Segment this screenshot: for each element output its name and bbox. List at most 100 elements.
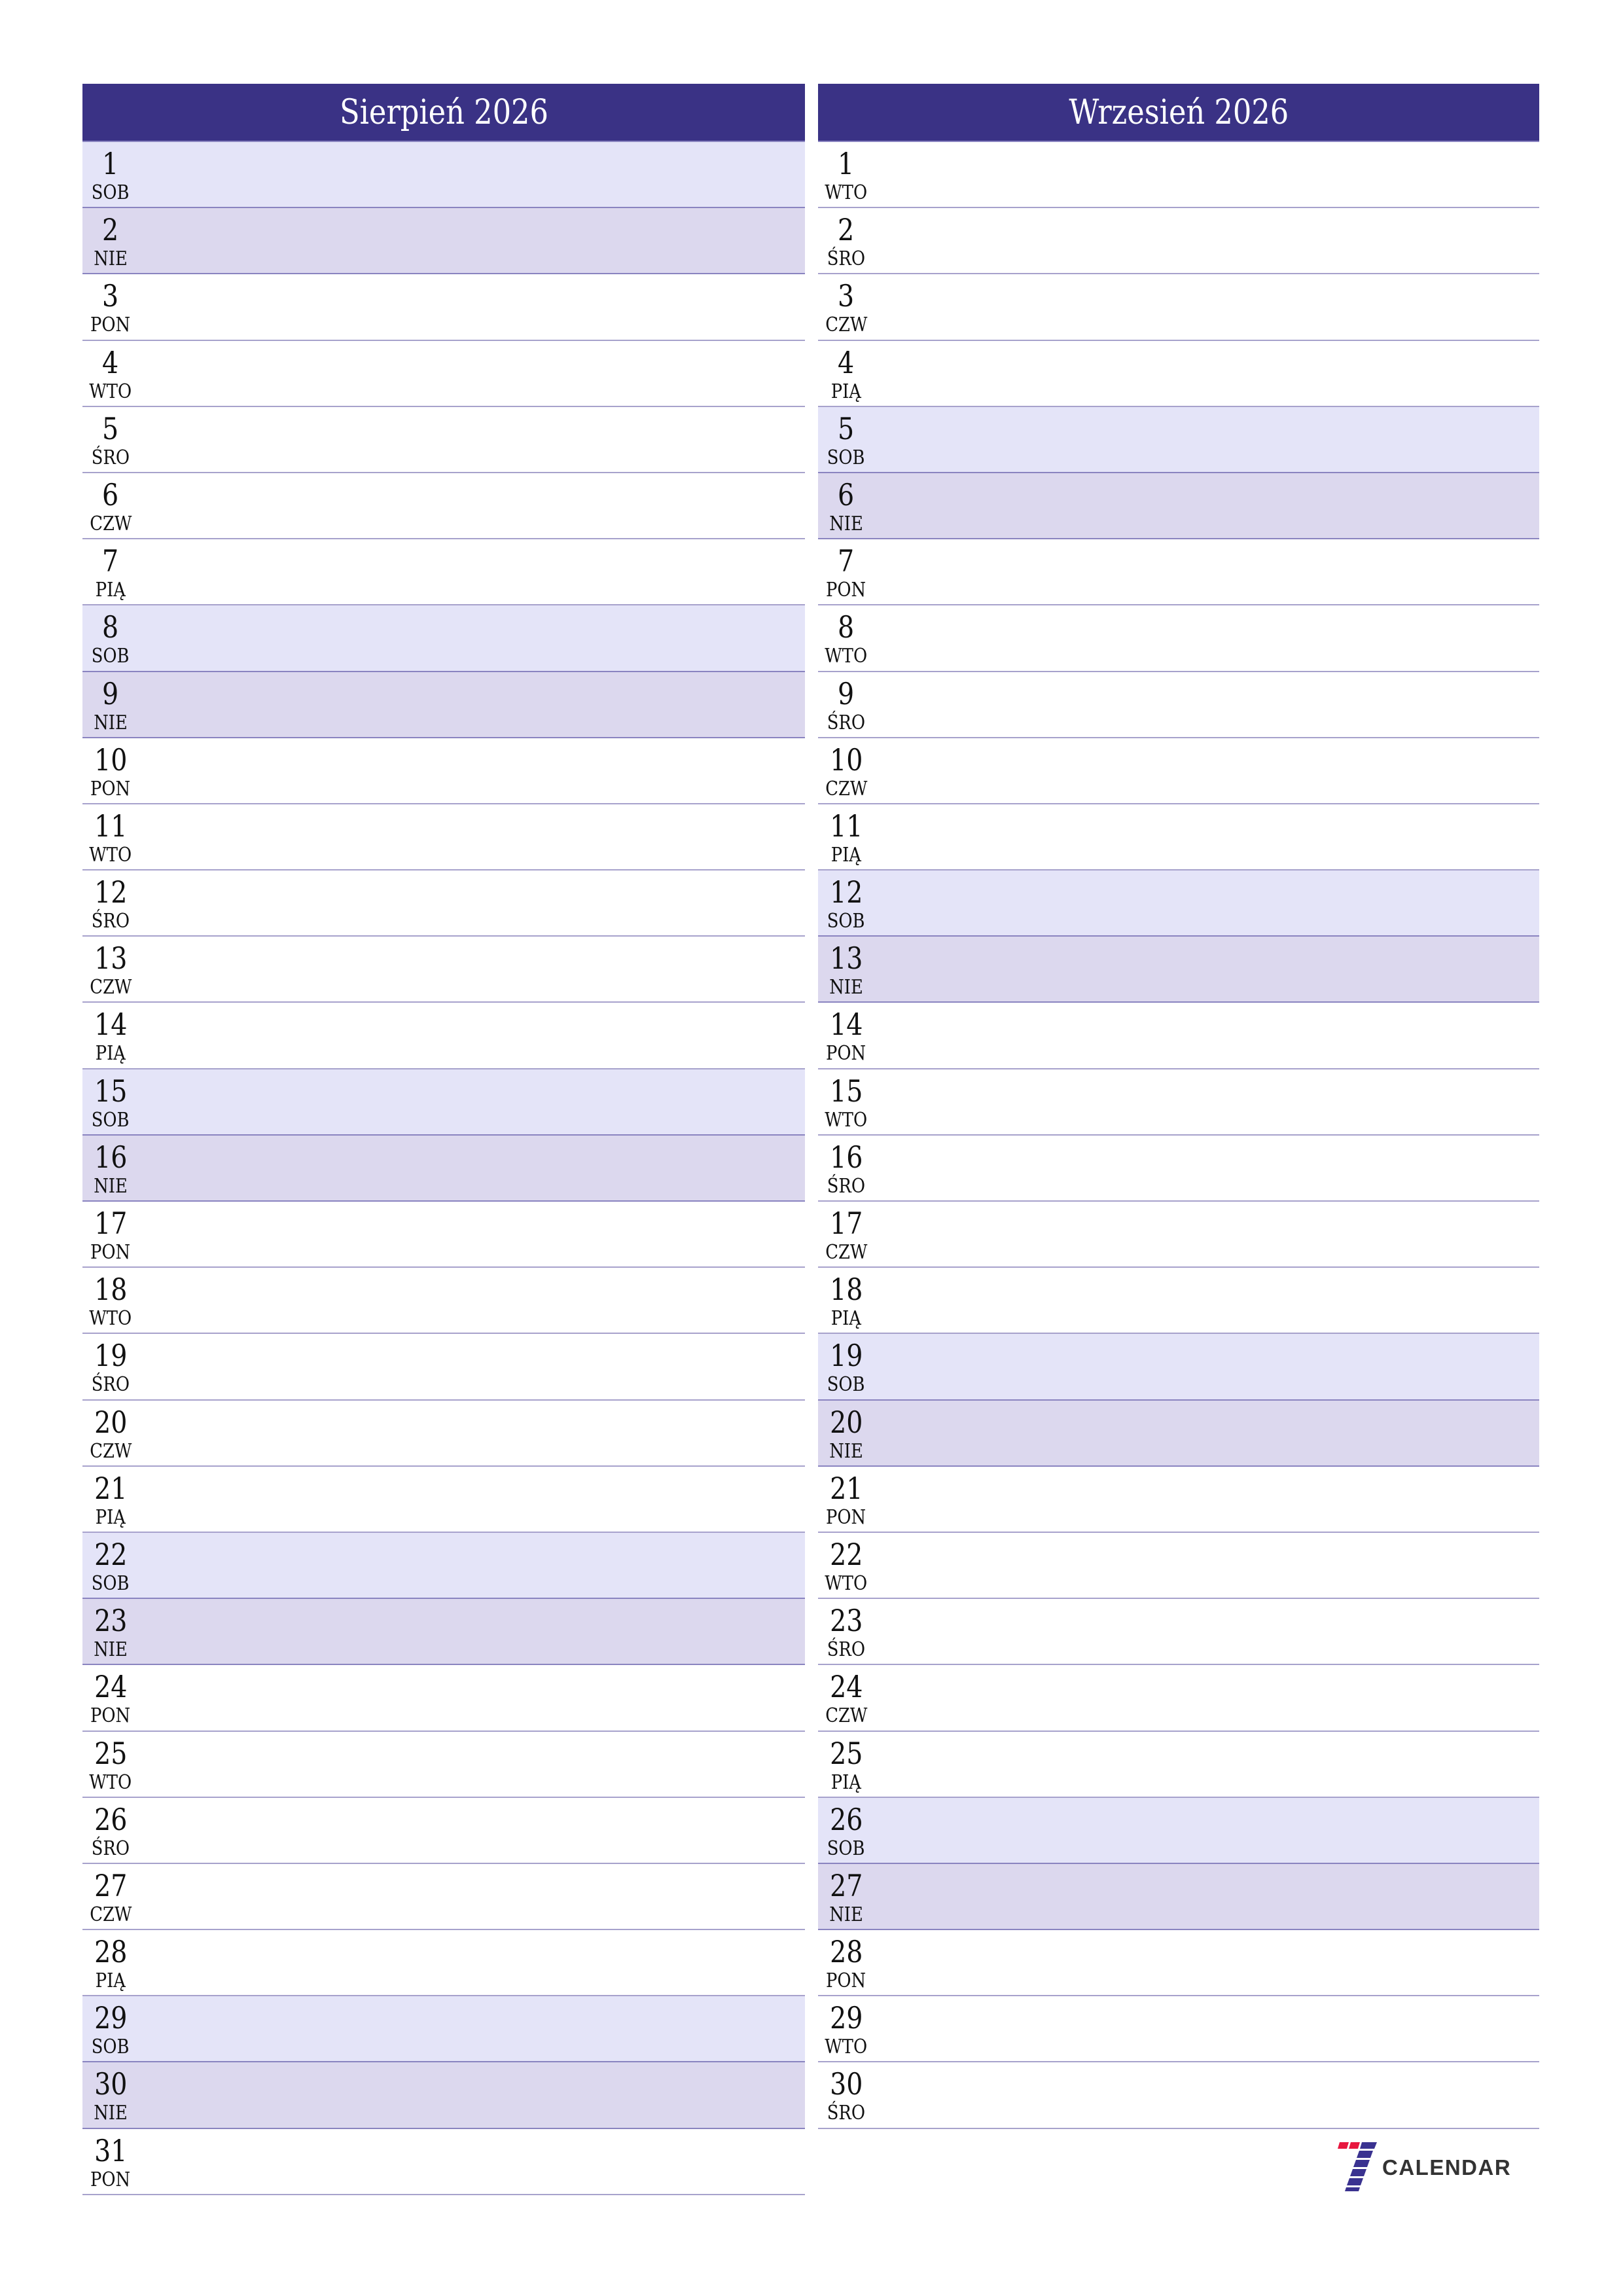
day-row[interactable]: 8 WTO — [818, 605, 1539, 672]
day-cell: 12 ŚRO — [82, 870, 139, 935]
day-name-text: SOB — [92, 2036, 130, 2059]
day-row[interactable]: 1 SOB — [82, 142, 805, 209]
day-row[interactable]: 28 PON — [818, 1930, 1539, 1997]
day-row[interactable]: 29 WTO — [818, 1996, 1539, 2063]
day-row[interactable]: 18 WTO — [82, 1268, 805, 1335]
day-row[interactable]: 12 SOB — [818, 870, 1539, 937]
day-row[interactable]: 16 ŚRO — [818, 1135, 1539, 1202]
day-row[interactable]: 16 NIE — [82, 1135, 805, 1202]
day-row[interactable]: 28 PIĄ — [82, 1930, 805, 1997]
day-name: PIĄ — [82, 1507, 139, 1528]
day-number-text: 11 — [94, 808, 128, 844]
day-number: 25 — [82, 1737, 139, 1770]
day-name-text: NIE — [829, 512, 863, 535]
day-row[interactable]: 13 CZW — [82, 937, 805, 1003]
day-name: PON — [82, 1242, 139, 1263]
day-row[interactable]: 21 PIĄ — [82, 1466, 805, 1533]
day-number: 9 — [818, 677, 874, 710]
day-cell: 15 SOB — [82, 1069, 139, 1134]
day-number: 7 — [818, 545, 874, 577]
day-row[interactable]: 11 WTO — [82, 804, 805, 871]
day-name-text: PON — [826, 579, 866, 602]
day-number: 22 — [818, 1538, 874, 1571]
month-september: Wrzesień 2026 1 WTO 2 ŚRO 3 CZW 4 PIĄ 5 SOB 6 NIE 7 P… — [818, 84, 1539, 2129]
day-row[interactable]: 15 SOB — [82, 1069, 805, 1136]
day-row[interactable]: 17 CZW — [818, 1202, 1539, 1268]
day-row[interactable]: 9 ŚRO — [818, 672, 1539, 738]
day-row[interactable]: 19 ŚRO — [82, 1334, 805, 1401]
day-row[interactable]: 17 PON — [82, 1202, 805, 1268]
day-cell: 1 WTO — [818, 142, 874, 207]
day-row[interactable]: 23 NIE — [82, 1599, 805, 1666]
day-row[interactable]: 23 ŚRO — [818, 1599, 1539, 1666]
day-row[interactable]: 6 NIE — [818, 473, 1539, 540]
day-number-text: 29 — [829, 2000, 863, 2036]
day-cell: 8 WTO — [818, 605, 874, 670]
day-cell: 20 CZW — [82, 1401, 139, 1465]
day-number: 14 — [82, 1008, 139, 1041]
day-row[interactable]: 30 ŚRO — [818, 2062, 1539, 2129]
day-row[interactable]: 21 PON — [818, 1466, 1539, 1533]
day-cell: 16 ŚRO — [818, 1136, 874, 1200]
day-row[interactable]: 6 CZW — [82, 473, 805, 540]
day-row[interactable]: 22 WTO — [818, 1532, 1539, 1600]
logo-red-segments — [1338, 2142, 1360, 2149]
day-row[interactable]: 8 SOB — [82, 605, 805, 672]
day-number-text: 1 — [838, 146, 855, 181]
day-row[interactable]: 18 PIĄ — [818, 1268, 1539, 1335]
day-row[interactable]: 31 PON — [82, 2128, 805, 2195]
day-row[interactable]: 1 WTO — [818, 142, 1539, 209]
day-row[interactable]: 15 WTO — [818, 1069, 1539, 1136]
day-row[interactable]: 25 WTO — [82, 1731, 805, 1798]
day-row[interactable]: 7 PON — [818, 539, 1539, 606]
day-name: SOB — [82, 1573, 139, 1594]
day-row[interactable]: 9 NIE — [82, 672, 805, 738]
day-number-text: 21 — [94, 1470, 128, 1506]
day-name-text: PON — [90, 777, 131, 800]
day-name: PON — [82, 777, 139, 800]
day-name-text: ŚRO — [91, 446, 130, 469]
day-row[interactable]: 2 ŚRO — [818, 208, 1539, 275]
month-title: Sierpień 2026 — [339, 92, 548, 132]
day-row[interactable]: 24 CZW — [818, 1665, 1539, 1732]
day-row[interactable]: 24 PON — [82, 1665, 805, 1732]
day-row[interactable]: 20 NIE — [818, 1400, 1539, 1467]
day-number-text: 27 — [94, 1867, 128, 1903]
day-row[interactable]: 10 CZW — [818, 738, 1539, 804]
day-row[interactable]: 26 SOB — [818, 1797, 1539, 1864]
day-cell: 18 WTO — [82, 1268, 139, 1333]
day-row[interactable]: 4 PIĄ — [818, 340, 1539, 407]
day-row[interactable]: 20 CZW — [82, 1400, 805, 1467]
day-number: 22 — [82, 1538, 139, 1571]
day-name-text: NIE — [94, 247, 128, 271]
day-row[interactable]: 3 PON — [82, 274, 805, 341]
day-cell: 28 PIĄ — [82, 1930, 139, 1995]
day-row[interactable]: 26 ŚRO — [82, 1797, 805, 1864]
day-name-text: NIE — [94, 1174, 128, 1198]
day-row[interactable]: 22 SOB — [82, 1532, 805, 1600]
day-row[interactable]: 14 PIĄ — [82, 1003, 805, 1069]
day-row[interactable]: 27 NIE — [818, 1863, 1539, 1931]
day-row[interactable]: 5 ŚRO — [82, 406, 805, 473]
day-row[interactable]: 12 ŚRO — [82, 870, 805, 937]
day-row[interactable]: 27 CZW — [82, 1863, 805, 1931]
day-row[interactable]: 30 NIE — [82, 2062, 805, 2129]
day-row[interactable]: 19 SOB — [818, 1334, 1539, 1401]
day-row[interactable]: 13 NIE — [818, 937, 1539, 1003]
day-row[interactable]: 25 PIĄ — [818, 1731, 1539, 1798]
day-name-text: PIĄ — [95, 1969, 126, 1993]
day-row[interactable]: 3 CZW — [818, 274, 1539, 341]
day-name: ŚRO — [82, 446, 139, 469]
day-row[interactable]: 29 SOB — [82, 1996, 805, 2063]
day-row[interactable]: 5 SOB — [818, 406, 1539, 473]
day-row[interactable]: 2 NIE — [82, 208, 805, 275]
day-name: PON — [818, 580, 874, 601]
day-number: 2 — [818, 213, 874, 246]
day-row[interactable]: 7 PIĄ — [82, 539, 805, 606]
day-row[interactable]: 10 PON — [82, 738, 805, 804]
day-name: NIE — [818, 512, 874, 535]
day-row[interactable]: 14 PON — [818, 1003, 1539, 1069]
day-row[interactable]: 4 WTO — [82, 340, 805, 407]
day-row[interactable]: 11 PIĄ — [818, 804, 1539, 871]
day-number-text: 6 — [838, 476, 855, 512]
